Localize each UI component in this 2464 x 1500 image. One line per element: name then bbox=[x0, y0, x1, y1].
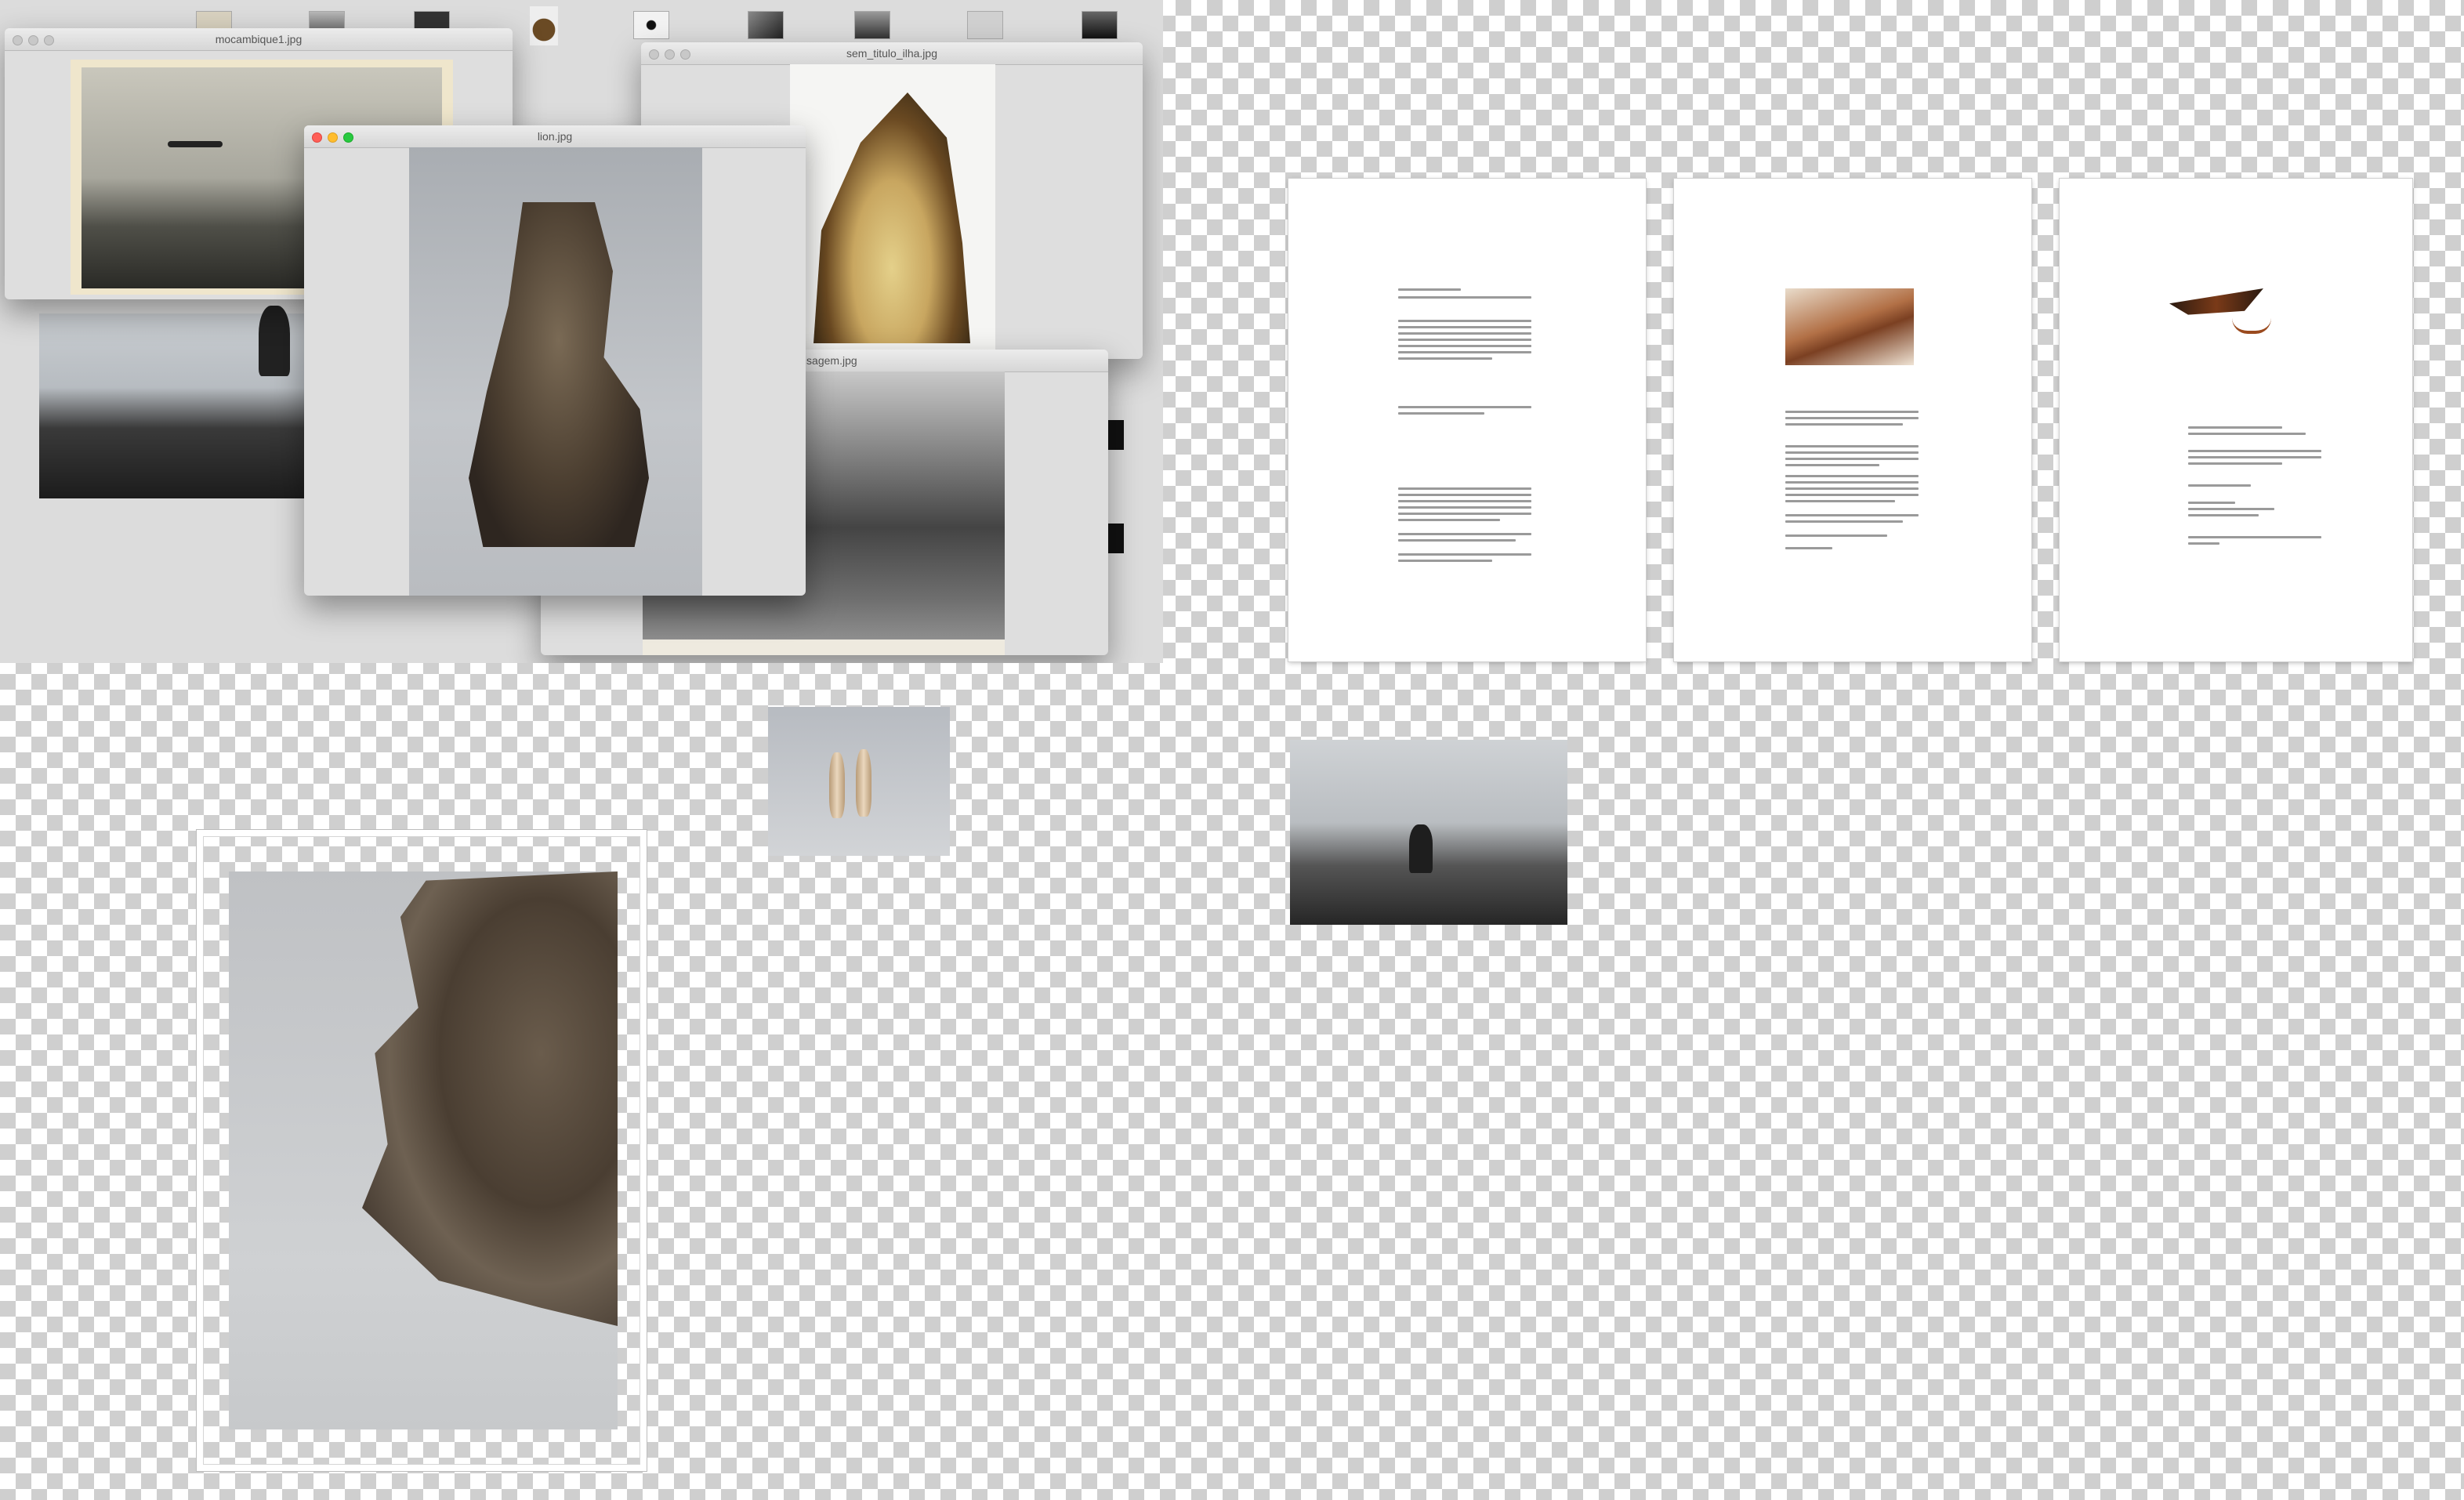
stone-texture-shape bbox=[362, 871, 618, 1326]
rock-carving-photo bbox=[790, 64, 995, 359]
figure-silhouette bbox=[259, 306, 290, 376]
stone-lion-photo bbox=[409, 147, 702, 596]
man-on-rock-photo bbox=[1290, 740, 1567, 925]
vases-photo bbox=[768, 707, 950, 856]
thumbnail-7[interactable] bbox=[854, 11, 890, 39]
thumbnail-4[interactable] bbox=[530, 6, 558, 45]
file-icon[interactable] bbox=[1108, 420, 1124, 450]
thumbnail-8[interactable] bbox=[967, 11, 1003, 39]
window-titlebar[interactable]: sem_titulo_ilha.jpg bbox=[641, 42, 1143, 65]
document-page-1 bbox=[1288, 179, 1646, 661]
thumbnail-5[interactable] bbox=[633, 11, 669, 39]
desktop-screenshot: mocambique1.jpg sem_titulo_ilha.jpg pais… bbox=[0, 0, 1163, 663]
thumbnail-6[interactable] bbox=[748, 11, 784, 39]
window-titlebar[interactable]: mocambique1.jpg bbox=[5, 28, 513, 51]
window-titlebar[interactable]: lion.jpg bbox=[304, 125, 806, 148]
window-title: mocambique1.jpg bbox=[215, 33, 303, 45]
thumbnail-9[interactable] bbox=[1082, 11, 1118, 39]
document-page-3 bbox=[2060, 179, 2412, 661]
canoe-photo bbox=[1785, 288, 1914, 365]
lion-sculpture-shape bbox=[469, 202, 649, 547]
window-title: sem_titulo_ilha.jpg bbox=[846, 47, 937, 60]
document-page-2 bbox=[1674, 179, 2031, 661]
file-icon[interactable] bbox=[1108, 524, 1124, 553]
airplane-shape bbox=[168, 141, 223, 147]
window-title: lion.jpg bbox=[537, 130, 573, 143]
lion-detail-crop-photo bbox=[229, 871, 618, 1429]
image-window-front[interactable]: lion.jpg bbox=[304, 125, 806, 596]
